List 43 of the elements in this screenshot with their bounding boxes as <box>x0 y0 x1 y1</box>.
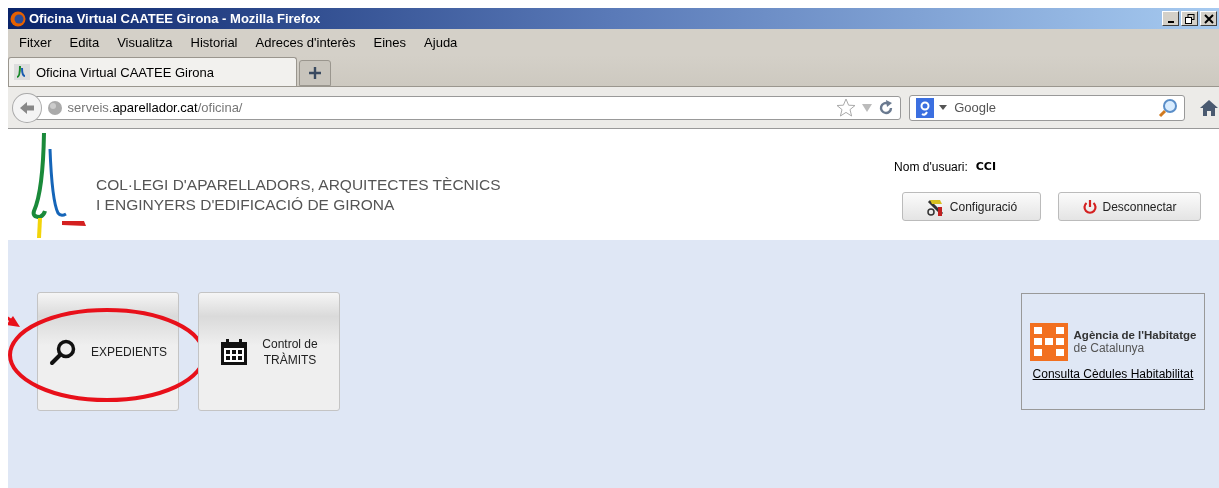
menu-item[interactable]: Adreces d'interès <box>246 34 365 50</box>
close-icon <box>1203 13 1214 24</box>
menu-item[interactable]: Visualitza <box>108 34 182 50</box>
star-icon[interactable] <box>836 97 857 118</box>
browser-tab[interactable]: Oficina Virtual CAATEE Girona <box>8 57 297 86</box>
tramits-tile[interactable]: Control de TRÀMITS <box>198 292 340 411</box>
minimize-icon <box>1167 20 1174 23</box>
search-icon[interactable] <box>1158 97 1179 118</box>
user-label: Nom d'usuari: <box>894 160 968 174</box>
search-icon <box>49 337 77 366</box>
restore-icon <box>1184 13 1195 24</box>
agency-name: Agència de l'Habitatge <box>1073 328 1197 342</box>
menu-item[interactable]: Historial <box>181 34 247 50</box>
college-name: COL·LEGI D'APARELLADORS, ARQUITECTES TÈCNICS <box>96 175 501 195</box>
calendar-icon <box>220 337 249 366</box>
plus-icon <box>308 66 322 80</box>
site-favicon-icon <box>14 64 30 80</box>
college-name: I ENGINYERS D'EDIFICACIÓ DE GIRONA <box>96 195 396 215</box>
globe-icon <box>46 99 63 116</box>
logout-button[interactable]: Desconnectar <box>1058 192 1201 221</box>
new-tab-button[interactable] <box>299 60 331 86</box>
menu-item[interactable]: Ajuda <box>415 34 467 50</box>
agency-logo-icon <box>1029 322 1068 361</box>
dropdown-icon[interactable] <box>939 104 948 111</box>
home-icon[interactable] <box>1199 98 1219 117</box>
search-field[interactable]: Google <box>952 99 1154 116</box>
user-name: CCI <box>975 160 996 174</box>
settings-button[interactable]: Configuració <box>902 192 1041 221</box>
browser-logo-icon <box>10 10 26 27</box>
menu-item[interactable]: Edita <box>60 34 109 50</box>
reload-icon[interactable] <box>878 99 895 116</box>
minimize-button[interactable] <box>1162 11 1179 26</box>
agency-subname: de Catalunya <box>1073 341 1145 355</box>
cedules-link[interactable]: Consulta Cèdules Habitabilitat <box>1032 366 1194 381</box>
power-icon <box>1082 198 1099 215</box>
menu-item[interactable]: Fitxer <box>10 34 61 50</box>
close-button[interactable] <box>1200 11 1217 26</box>
expedients-tile[interactable]: EXPEDIENTS <box>37 292 179 411</box>
menu-item[interactable]: Eines <box>364 34 416 50</box>
back-button[interactable] <box>12 92 42 123</box>
window-title: Oficina Virtual CAATEE Girona - Mozilla Firefox <box>29 11 321 26</box>
search-box[interactable]: Google <box>909 94 1186 121</box>
restore-button[interactable] <box>1181 11 1198 26</box>
